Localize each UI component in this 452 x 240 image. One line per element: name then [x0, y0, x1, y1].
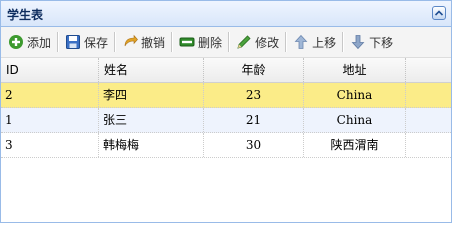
cell-age[interactable]: 30: [204, 133, 304, 157]
add-icon: [8, 34, 27, 50]
edit-button-label: 修改: [255, 35, 280, 50]
move-down-button-label: 下移: [369, 35, 394, 50]
student-grid: ID 姓名 年龄 地址 2 李四 23 China 1 张三 21 China …: [1, 58, 451, 158]
add-button[interactable]: 添加: [5, 30, 54, 54]
add-button-label: 添加: [27, 35, 52, 50]
cell-address[interactable]: China: [304, 108, 406, 132]
arrow-up-icon: [293, 34, 312, 50]
delete-button[interactable]: 删除: [176, 30, 225, 54]
cell-age[interactable]: 21: [204, 108, 304, 132]
toolbar-separator: [228, 32, 231, 52]
delete-button-label: 删除: [198, 35, 223, 50]
save-icon: [65, 34, 84, 50]
toolbar-separator: [342, 32, 345, 52]
cell-address[interactable]: China: [304, 83, 406, 107]
cell-address[interactable]: 陕西渭南: [304, 133, 406, 157]
delete-icon: [179, 34, 198, 50]
collapse-button[interactable]: [432, 6, 446, 20]
cell-age[interactable]: 23: [204, 83, 304, 107]
arrow-down-icon: [350, 34, 369, 50]
table-row[interactable]: 2 李四 23 China: [1, 83, 451, 108]
move-up-button[interactable]: 上移: [290, 30, 339, 54]
grid-header: ID 姓名 年龄 地址: [1, 58, 451, 83]
undo-button-label: 撤销: [141, 35, 166, 50]
student-table-panel: 学生表 添加 保存 撤销 删除 修改 上移 下移 ID 姓名 年龄 地址 2 李…: [0, 0, 452, 223]
toolbar: 添加 保存 撤销 删除 修改 上移 下移: [1, 27, 451, 58]
column-header-address[interactable]: 地址: [304, 58, 406, 82]
edit-icon: [236, 34, 255, 50]
cell-name[interactable]: 张三: [99, 108, 204, 132]
save-button-label: 保存: [84, 35, 109, 50]
undo-icon: [122, 34, 141, 50]
column-header-age[interactable]: 年龄: [204, 58, 304, 82]
undo-button[interactable]: 撤销: [119, 30, 168, 54]
move-up-button-label: 上移: [312, 35, 337, 50]
chevron-up-icon: [435, 10, 443, 16]
toolbar-separator: [171, 32, 174, 52]
edit-button[interactable]: 修改: [233, 30, 282, 54]
toolbar-separator: [114, 32, 117, 52]
column-header-id[interactable]: ID: [1, 58, 99, 82]
cell-id[interactable]: 3: [1, 133, 99, 157]
cell-id[interactable]: 1: [1, 108, 99, 132]
column-header-name[interactable]: 姓名: [99, 58, 204, 82]
move-down-button[interactable]: 下移: [347, 30, 396, 54]
cell-name[interactable]: 李四: [99, 83, 204, 107]
table-row[interactable]: 3 韩梅梅 30 陕西渭南: [1, 133, 451, 158]
cell-id[interactable]: 2: [1, 83, 99, 107]
panel-title: 学生表: [7, 8, 44, 22]
table-row[interactable]: 1 张三 21 China: [1, 108, 451, 133]
save-button[interactable]: 保存: [62, 30, 111, 54]
toolbar-separator: [285, 32, 288, 52]
cell-name[interactable]: 韩梅梅: [99, 133, 204, 157]
panel-header: 学生表: [1, 1, 451, 27]
toolbar-separator: [57, 32, 60, 52]
